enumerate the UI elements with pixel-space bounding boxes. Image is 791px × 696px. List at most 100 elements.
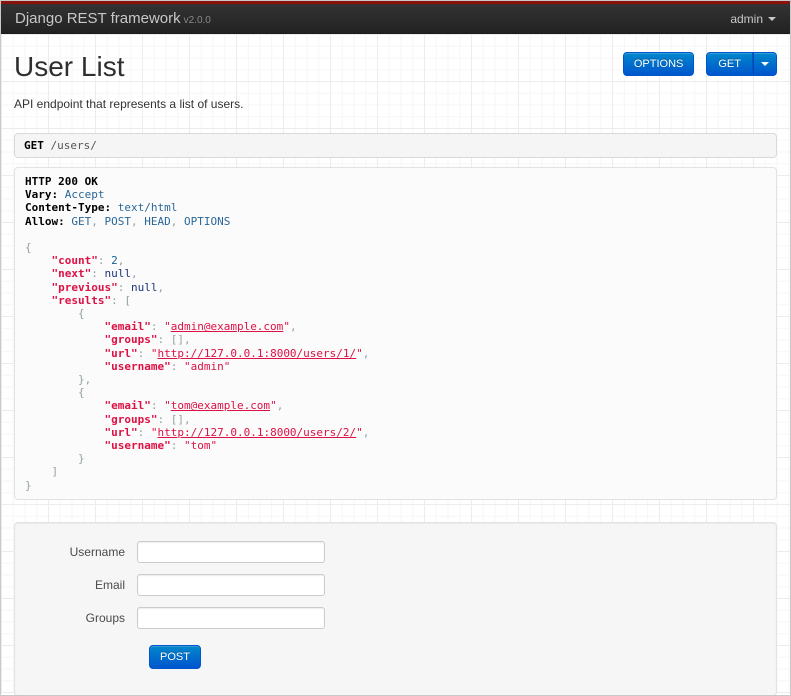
json-token: ,: [289, 320, 297, 334]
json-token: :: [117, 280, 131, 294]
json-token: ,: [362, 346, 370, 360]
json-token: }: [25, 478, 32, 492]
json-token: :: [150, 399, 165, 413]
request-method: GET: [24, 139, 44, 152]
json-token: : [],: [157, 333, 191, 347]
json-token: HTTP 200 OK: [25, 175, 98, 188]
json-token: ,: [362, 425, 370, 439]
brand-title: Django REST framework: [15, 10, 181, 27]
page-content: User List OPTIONS GET API endpoint that …: [1, 34, 790, 695]
email-input[interactable]: [137, 573, 325, 596]
json-token: Vary:: [25, 188, 59, 202]
json-token: Accept: [64, 188, 105, 202]
user-menu[interactable]: admin: [730, 12, 776, 26]
json-token: ": [164, 399, 171, 413]
chevron-down-icon: [761, 62, 769, 66]
json-token: "groups": [104, 412, 158, 426]
json-token: POST: [104, 214, 132, 228]
json-token: ]: [51, 465, 59, 479]
groups-label: Groups: [85, 610, 125, 625]
chevron-down-icon: [768, 16, 776, 21]
json-token: "next": [51, 267, 92, 281]
json-link[interactable]: tom@example.com: [171, 399, 270, 412]
json-token: "tom": [183, 439, 218, 453]
action-buttons: OPTIONS GET: [622, 52, 777, 76]
json-link[interactable]: admin@example.com: [171, 320, 284, 333]
brand[interactable]: Django REST framework v2.0.0: [15, 10, 211, 27]
json-token: "username": [104, 439, 171, 453]
response-body: HTTP 200 OK Vary: Accept Content-Type: t…: [14, 167, 777, 500]
get-dropdown-button[interactable]: [753, 52, 777, 76]
json-token: "admin": [183, 359, 231, 373]
json-token: GET: [71, 214, 92, 228]
json-link[interactable]: http://127.0.0.1:8000/users/1/: [157, 347, 356, 360]
email-label: Email: [94, 577, 125, 592]
browser-window: Django REST framework v2.0.0 admin User L…: [0, 0, 791, 696]
json-token: ": [164, 320, 171, 334]
username-input[interactable]: [137, 540, 325, 563]
options-button[interactable]: OPTIONS: [622, 52, 695, 76]
json-token: ": [356, 425, 363, 439]
json-token: HEAD: [144, 214, 171, 228]
json-token: },: [77, 373, 92, 387]
json-token: "email": [104, 399, 151, 413]
json-token: 2: [111, 254, 118, 268]
navbar: Django REST framework v2.0.0 admin: [1, 1, 790, 34]
json-token: "results": [51, 293, 112, 307]
form-row-username: Username: [15, 540, 776, 563]
json-token: ": [356, 346, 363, 360]
json-token: Content-Type:: [25, 201, 112, 215]
json-token: "groups": [104, 333, 158, 347]
json-token: "email": [104, 320, 151, 334]
groups-input[interactable]: [137, 606, 325, 629]
json-token: ,: [157, 280, 165, 294]
json-token: :: [170, 359, 184, 373]
json-token: text/html: [117, 201, 178, 215]
json-token: {: [77, 307, 85, 321]
json-link[interactable]: http://127.0.0.1:8000/users/2/: [157, 426, 356, 439]
get-button-group: GET: [706, 52, 777, 76]
json-token: ,: [170, 214, 184, 228]
form-row-email: Email: [15, 573, 776, 596]
request-path: /users/: [50, 139, 97, 152]
page-header: User List OPTIONS GET: [14, 34, 777, 83]
get-button[interactable]: GET: [706, 52, 753, 76]
json-token: "username": [104, 359, 171, 373]
page-title: User List: [14, 51, 125, 82]
json-token: null: [130, 280, 158, 294]
json-token: ,: [117, 254, 125, 268]
json-token: ,: [276, 399, 284, 413]
json-token: :: [97, 254, 112, 268]
json-token: ": [283, 320, 290, 334]
json-token: Allow:: [25, 214, 65, 228]
json-token: ,: [91, 214, 105, 228]
json-token: :: [150, 320, 165, 334]
json-token: :: [170, 439, 184, 453]
user-menu-label: admin: [730, 11, 763, 26]
json-token: ,: [131, 214, 145, 228]
post-button[interactable]: POST: [149, 644, 201, 669]
brand-version: v2.0.0: [183, 15, 211, 26]
json-token: "url": [104, 346, 138, 360]
json-token: : [],: [157, 412, 191, 426]
json-token: ": [270, 399, 277, 413]
json-token: ,: [131, 267, 138, 281]
page-description: API endpoint that represents a list of u…: [14, 97, 244, 111]
request-bar: GET /users/: [14, 133, 777, 158]
json-token: }: [77, 452, 85, 466]
